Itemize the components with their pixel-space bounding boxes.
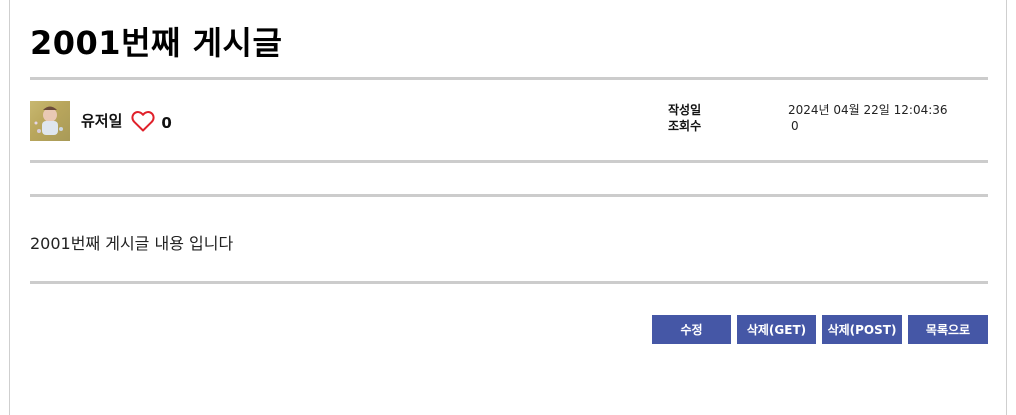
- views-label: 조회수: [668, 119, 702, 133]
- divider-content-bottom: [30, 281, 988, 284]
- delete-get-button[interactable]: 삭제(GET): [737, 315, 816, 344]
- created-label: 작성일: [668, 103, 702, 117]
- divider-meta-bottom: [30, 160, 988, 163]
- edit-button[interactable]: 수정: [652, 315, 731, 344]
- post-title: 2001번째 게시글: [30, 24, 283, 62]
- post-meta: 작성일 2024년 04월 22일 12:04:36 조회수 0: [668, 102, 948, 134]
- heart-outline-icon[interactable]: [131, 110, 155, 132]
- back-to-list-button[interactable]: 목록으로: [908, 315, 988, 344]
- user-avatar-image: [30, 100, 70, 141]
- like-count: 0: [161, 113, 172, 132]
- divider-top: [30, 77, 988, 80]
- writer-name: 유저일: [81, 112, 123, 130]
- action-buttons: 수정 삭제(GET) 삭제(POST) 목록으로: [652, 315, 988, 344]
- divider-content-top: [30, 194, 988, 197]
- delete-post-button[interactable]: 삭제(POST): [822, 315, 902, 344]
- writer-info: 유저일 0: [30, 100, 172, 141]
- created-date: 2024년 04월 22일 12:04:36: [788, 103, 948, 117]
- views-count: 0: [791, 119, 799, 133]
- post-content: 2001번째 게시글 내용 입니다: [30, 234, 234, 253]
